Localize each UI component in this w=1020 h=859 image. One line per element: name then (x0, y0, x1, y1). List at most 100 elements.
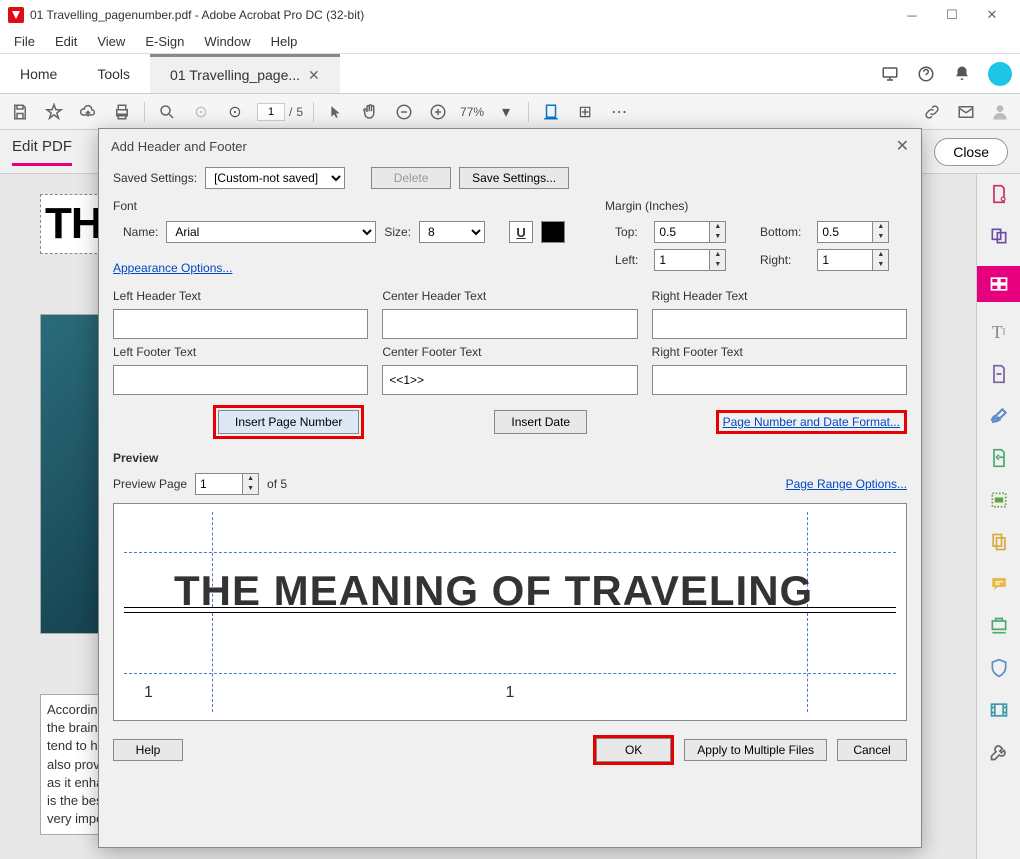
left-header-label: Left Header Text (113, 289, 368, 303)
star-icon[interactable] (42, 100, 66, 124)
margin-right-input[interactable] (817, 249, 873, 271)
ok-button[interactable]: OK (596, 738, 671, 762)
right-header-label: Right Header Text (652, 289, 907, 303)
margin-left-input[interactable] (654, 249, 710, 271)
scan-icon[interactable] (987, 614, 1011, 638)
window-title: 01 Travelling_pagenumber.pdf - Adobe Acr… (30, 8, 892, 22)
right-footer-input[interactable] (652, 365, 907, 395)
edit-pdf-icon[interactable] (977, 266, 1020, 302)
combine-icon[interactable] (987, 224, 1011, 248)
fit-width-icon[interactable] (539, 100, 563, 124)
font-name-select[interactable]: Arial (166, 221, 376, 243)
right-header-input[interactable] (652, 309, 907, 339)
preview-page-input[interactable] (195, 473, 243, 495)
font-color-button[interactable] (541, 221, 565, 243)
preview-section-label: Preview (113, 451, 907, 465)
font-size-label: Size: (384, 225, 411, 239)
menu-edit[interactable]: Edit (45, 32, 87, 51)
page-view-icon[interactable]: ⊞ (573, 100, 597, 124)
tab-document[interactable]: 01 Travelling_page... ✕ (150, 54, 340, 93)
avatar[interactable] (988, 62, 1012, 86)
close-button[interactable]: Close (934, 138, 1008, 166)
more-tools-icon[interactable] (987, 740, 1011, 764)
copy-icon[interactable] (987, 530, 1011, 554)
print-icon[interactable] (110, 100, 134, 124)
toolbar: ⊙ ⊙ / 5 77% ▾ ⊞ ⋯ (0, 94, 1020, 130)
search-icon[interactable] (155, 100, 179, 124)
help-button[interactable]: Help (113, 739, 183, 761)
center-footer-input[interactable] (382, 365, 637, 395)
save-settings-button[interactable]: Save Settings... (459, 167, 569, 189)
sign-icon[interactable] (987, 404, 1011, 428)
hand-icon[interactable] (358, 100, 382, 124)
minimize-button[interactable]: ─ (892, 1, 932, 29)
redact-icon[interactable] (987, 488, 1011, 512)
left-header-input[interactable] (113, 309, 368, 339)
preview-box: THE MEANING OF TRAVELING 1 1 (113, 503, 907, 721)
right-footer-label: Right Footer Text (652, 345, 907, 359)
apply-multiple-button[interactable]: Apply to Multiple Files (684, 739, 827, 761)
header-footer-dialog: Add Header and Footer ✕ Saved Settings: … (98, 128, 922, 848)
zoom-in-icon[interactable] (426, 100, 450, 124)
export-icon[interactable] (987, 362, 1011, 386)
left-footer-input[interactable] (113, 365, 368, 395)
zoom-out-icon[interactable] (392, 100, 416, 124)
font-size-select[interactable]: 8 (419, 221, 485, 243)
appearance-options-link[interactable]: Appearance Options... (113, 261, 232, 275)
video-icon[interactable] (987, 698, 1011, 722)
profile-icon[interactable] (988, 100, 1012, 124)
page-up-icon[interactable]: ⊙ (189, 100, 213, 124)
pointer-icon[interactable] (324, 100, 348, 124)
margin-section-label: Margin (Inches) (605, 199, 907, 213)
text-icon[interactable]: TI (987, 320, 1011, 344)
dialog-close-icon[interactable]: ✕ (896, 136, 909, 156)
organize-icon[interactable] (987, 446, 1011, 470)
preview-footer-left: 1 (144, 684, 153, 702)
page-down-icon[interactable]: ⊙ (223, 100, 247, 124)
center-header-label: Center Header Text (382, 289, 637, 303)
screen-share-icon[interactable] (872, 56, 908, 92)
mail-icon[interactable] (954, 100, 978, 124)
saved-settings-select[interactable]: [Custom-not saved] (205, 167, 345, 189)
menu-help[interactable]: Help (261, 32, 308, 51)
preview-page-label: Preview Page (113, 477, 187, 491)
tab-close-icon[interactable]: ✕ (308, 67, 320, 84)
tab-tools[interactable]: Tools (77, 54, 150, 93)
saved-settings-label: Saved Settings: (113, 171, 197, 185)
maximize-button[interactable]: ☐ (932, 1, 972, 29)
left-footer-label: Left Footer Text (113, 345, 368, 359)
font-name-label: Name: (123, 225, 158, 239)
chevron-down-icon[interactable]: ▾ (494, 100, 518, 124)
menu-esign[interactable]: E-Sign (135, 32, 194, 51)
menu-window[interactable]: Window (194, 32, 260, 51)
page-input[interactable] (257, 103, 285, 121)
insert-page-number-button[interactable]: Insert Page Number (218, 410, 359, 434)
cancel-button[interactable]: Cancel (837, 739, 907, 761)
comment-icon[interactable] (987, 572, 1011, 596)
margin-bottom-input[interactable] (817, 221, 873, 243)
center-header-input[interactable] (382, 309, 637, 339)
more-icon[interactable]: ⋯ (607, 100, 631, 124)
doc-headline[interactable]: TH (40, 194, 107, 254)
dialog-title: Add Header and Footer (111, 139, 247, 154)
create-pdf-icon[interactable] (987, 182, 1011, 206)
margin-top-label: Top: (615, 225, 638, 239)
cloud-icon[interactable] (76, 100, 100, 124)
insert-date-button[interactable]: Insert Date (494, 410, 587, 434)
underline-button[interactable]: U (509, 221, 533, 243)
zoom-level[interactable]: 77% (460, 105, 484, 119)
save-icon[interactable] (8, 100, 32, 124)
close-window-button[interactable]: ✕ (972, 1, 1012, 29)
margin-right-label: Right: (760, 253, 801, 267)
link-icon[interactable] (920, 100, 944, 124)
bell-icon[interactable] (944, 56, 980, 92)
protect-icon[interactable] (987, 656, 1011, 680)
edit-pdf-label: Edit PDF (12, 138, 72, 166)
menu-view[interactable]: View (87, 32, 135, 51)
page-range-link[interactable]: Page Range Options... (786, 477, 907, 491)
margin-top-input[interactable] (654, 221, 710, 243)
help-icon[interactable] (908, 56, 944, 92)
menu-file[interactable]: File (4, 32, 45, 51)
tab-home[interactable]: Home (0, 54, 77, 93)
page-number-format-link[interactable]: Page Number and Date Format... (723, 415, 900, 429)
